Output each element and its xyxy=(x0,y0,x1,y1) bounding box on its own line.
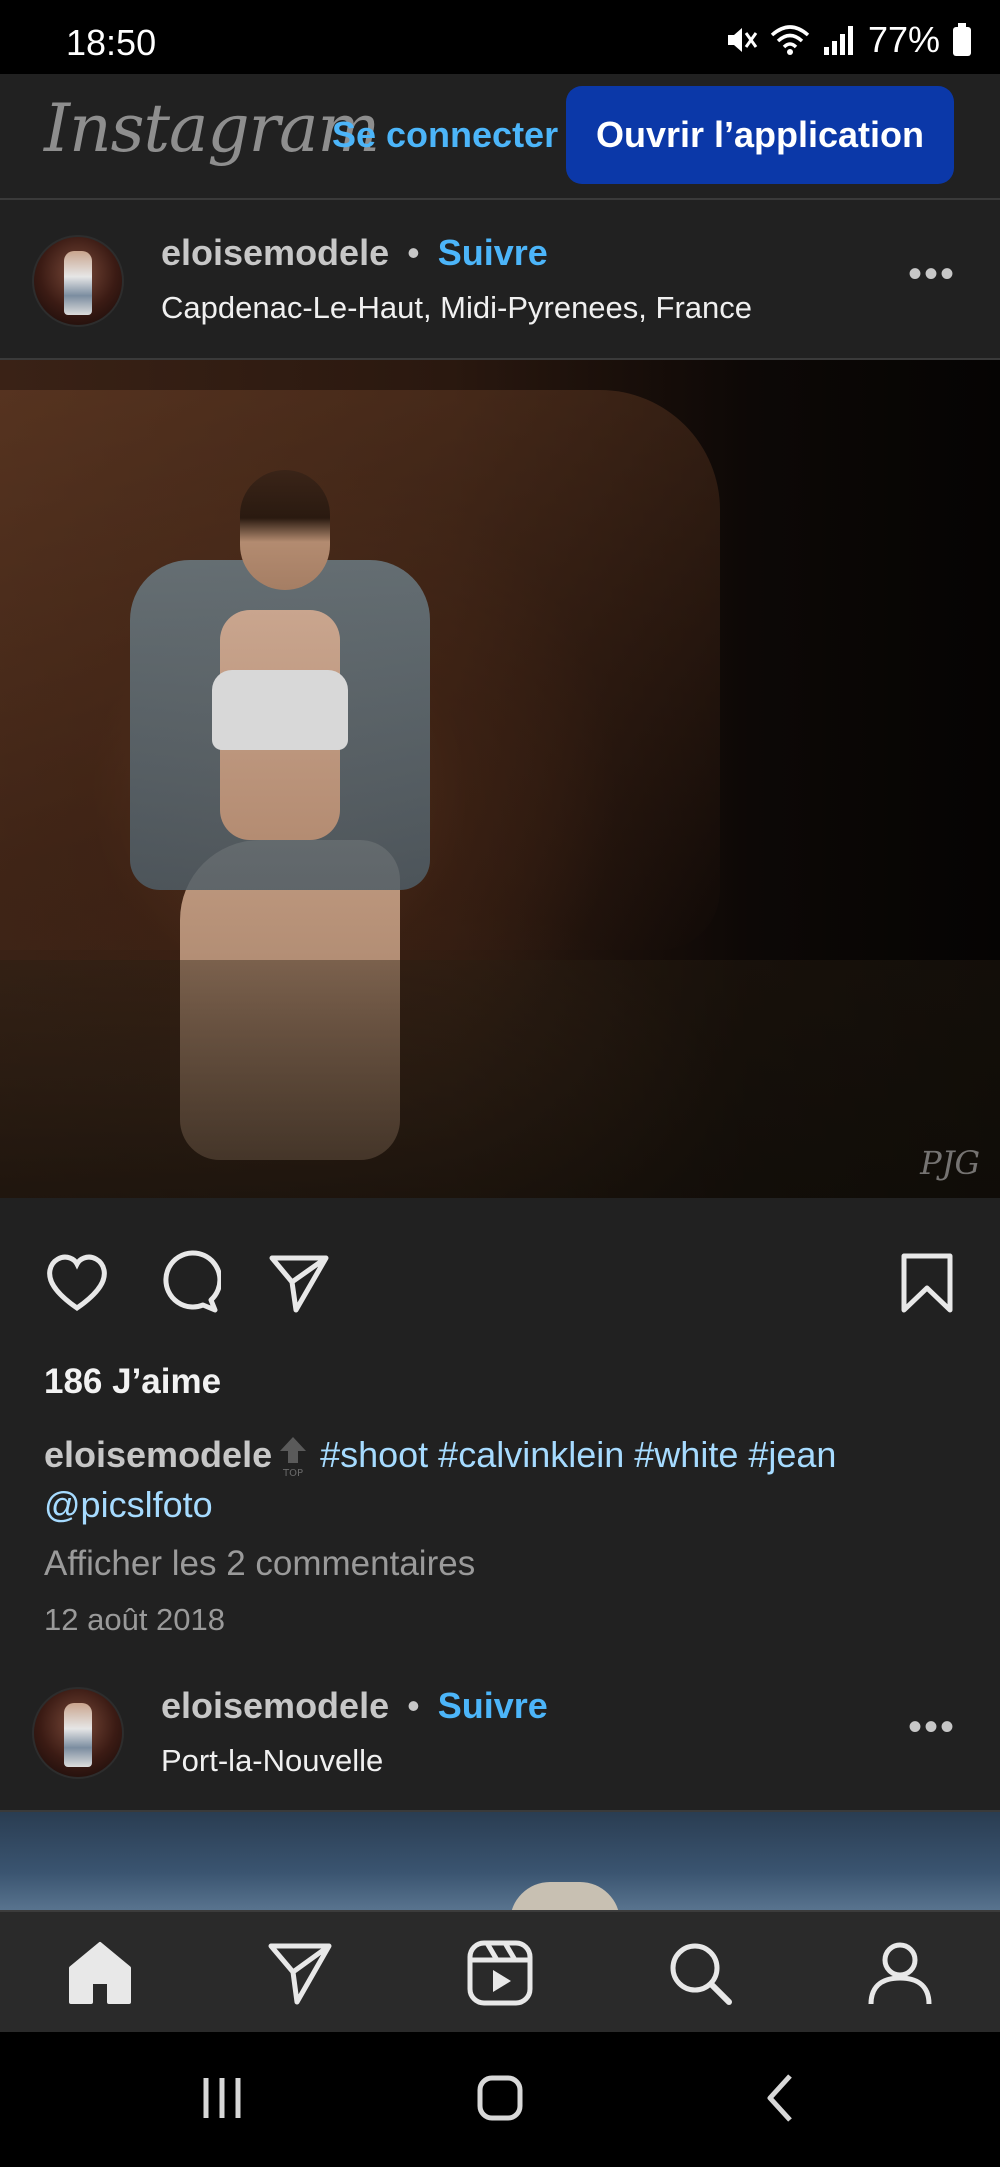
post-date: 12 août 2018 xyxy=(44,1602,226,1637)
status-icons: 77% xyxy=(724,19,972,60)
caption-username[interactable]: eloisemodele xyxy=(44,1434,272,1475)
profile-icon[interactable] xyxy=(865,1938,935,2008)
top-badge-icon: TOP xyxy=(276,1435,310,1479)
follow-button[interactable]: Suivre xyxy=(438,1685,548,1727)
signal-icon xyxy=(823,26,853,55)
post-header: eloisemodele • Suivre Port-la-Nouvelle •… xyxy=(0,1655,1000,1813)
separator-dot: • xyxy=(407,1685,420,1726)
avatar[interactable] xyxy=(32,1687,124,1779)
post-username[interactable]: eloisemodele xyxy=(161,1685,389,1727)
recents-icon[interactable] xyxy=(192,2068,252,2128)
heart-icon[interactable] xyxy=(44,1250,110,1316)
svg-text:TOP: TOP xyxy=(282,1468,303,1479)
status-time: 18:50 xyxy=(66,22,157,63)
avatar[interactable] xyxy=(32,235,124,327)
home-button-icon[interactable] xyxy=(470,2068,530,2128)
more-options-icon[interactable]: ••• xyxy=(908,252,956,297)
caption-hashtags[interactable]: #shoot #calvinklein #white #jean xyxy=(320,1434,836,1475)
home-icon[interactable] xyxy=(65,1938,135,2008)
battery-icon xyxy=(953,23,971,56)
more-options-icon[interactable]: ••• xyxy=(908,1705,956,1750)
caption-mention[interactable]: @picslfoto xyxy=(44,1484,213,1525)
mute-icon xyxy=(727,28,758,52)
view-comments-link[interactable]: Afficher les 2 commentaires xyxy=(44,1544,475,1584)
direct-icon[interactable] xyxy=(265,1938,335,2008)
back-icon[interactable] xyxy=(752,2068,812,2128)
post-username[interactable]: eloisemodele xyxy=(161,232,389,274)
comment-icon[interactable] xyxy=(155,1250,221,1316)
separator-dot: • xyxy=(407,232,420,273)
bottom-nav xyxy=(0,1910,1000,2034)
follow-button[interactable]: Suivre xyxy=(438,232,548,274)
like-count[interactable]: 186 J’aime xyxy=(44,1362,221,1402)
instagram-logo[interactable]: Instagram xyxy=(44,90,380,167)
login-link[interactable]: Se connecter xyxy=(332,114,558,156)
post-location[interactable]: Capdenac-Le-Haut, Midi-Pyrenees, France xyxy=(161,290,752,326)
post-image[interactable] xyxy=(0,1812,1000,1912)
system-nav-bar xyxy=(0,2032,1000,2167)
post-header: eloisemodele • Suivre Capdenac-Le-Haut, … xyxy=(0,200,1000,358)
app-header: Instagram Se connecter Ouvrir l’applicat… xyxy=(0,74,1000,200)
post-image[interactable]: PJG xyxy=(0,360,1000,1198)
reels-icon[interactable] xyxy=(465,1938,535,2008)
battery-percent: 77% xyxy=(867,19,940,60)
share-icon[interactable] xyxy=(266,1250,332,1316)
open-app-button[interactable]: Ouvrir l’application xyxy=(566,86,954,184)
caption: eloisemodele TOP #shoot #calvinklein #whit… xyxy=(44,1430,964,1530)
post-location[interactable]: Port-la-Nouvelle xyxy=(161,1743,383,1779)
bookmark-icon[interactable] xyxy=(894,1250,960,1316)
photo-watermark: PJG xyxy=(920,1144,980,1182)
status-bar: 18:50 77% xyxy=(0,0,1000,74)
search-icon[interactable] xyxy=(665,1938,735,2008)
wifi-icon xyxy=(770,25,810,55)
